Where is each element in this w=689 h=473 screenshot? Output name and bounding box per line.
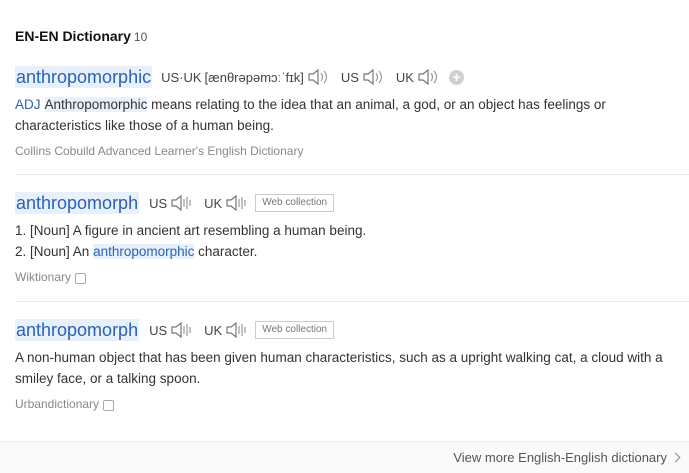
chevron-right-icon[interactable] [670,452,681,463]
speaker-icon[interactable] [225,194,249,212]
result-count: 10 [133,30,148,44]
copy-icon[interactable] [103,399,115,411]
headword[interactable]: anthropomorph [15,319,140,341]
speaker-icon[interactable] [307,68,331,86]
source: Collins Cobuild Advanced Learner's Engli… [15,144,689,158]
definition: 1. [Noun] A figure in ancient art resemb… [15,221,680,262]
divider [15,301,689,302]
section-title: EN-EN Dictionary 10 [15,28,147,44]
entry-head: anthropomorph US UK Web collection [15,192,689,214]
region-uk: UK [395,69,414,85]
speaker-icon[interactable] [170,194,194,212]
source: Wiktionary [15,270,689,284]
definition-line-1: 1. [Noun] A figure in ancient art resemb… [15,223,367,238]
region-us: US [149,322,168,338]
headword[interactable]: anthropomorph [15,192,140,214]
source-label[interactable]: Urbandictionary [15,397,99,411]
region-uk: UK [204,195,223,211]
source-label[interactable]: Wiktionary [15,270,71,284]
web-collection-tag[interactable]: Web collection [255,194,335,212]
speaker-icon[interactable] [362,68,386,86]
section-title-text: EN-EN Dictionary [15,28,131,44]
speaker-icon[interactable] [417,68,441,86]
add-icon[interactable]: + [448,69,464,85]
definition: ADJ Anthropomorphic means relating to the… [15,95,680,136]
region-us: US [340,69,359,85]
copy-icon[interactable] [75,272,87,284]
divider [15,174,689,175]
entry-anthropomorph-urban: anthropomorph US UK Web collection A non… [15,319,689,411]
definition-link[interactable]: anthropomorphic [93,243,195,259]
footer-bar: View more English-English dictionary [0,441,689,473]
region-uk: UK [204,322,223,338]
entry-head: anthropomorph US UK Web collection [15,319,689,341]
source: Urbandictionary [15,397,689,411]
region-us: US [149,195,168,211]
definition-line-2-post: character. [194,243,258,259]
definition-highlight[interactable]: Anthropomorphic [44,97,148,112]
speaker-icon[interactable] [225,321,249,339]
part-of-speech: ADJ [15,97,41,112]
pron-label: US·UK [161,69,202,85]
entry-anthropomorph-wiktionary: anthropomorph US UK Web collection 1. [N… [15,192,689,284]
web-collection-tag[interactable]: Web collection [255,321,335,339]
entry-head: anthropomorphic US·UK [ænθrəpəmɔːˈfɪk] U… [15,66,689,88]
source-label: Collins Cobuild Advanced Learner's Engli… [15,144,304,158]
definition-line-2-pre: 2. [Noun] An [15,243,94,259]
definition: A non-human object that has been given h… [15,350,663,386]
view-more-link[interactable]: View more English-English dictionary [453,450,667,465]
headword[interactable]: anthropomorphic [15,66,153,88]
entry-anthropomorphic: anthropomorphic US·UK [ænθrəpəmɔːˈfɪk] U… [15,66,689,158]
ipa-text: [ænθrəpəmɔːˈfɪk] [204,69,304,85]
speaker-icon[interactable] [170,321,194,339]
